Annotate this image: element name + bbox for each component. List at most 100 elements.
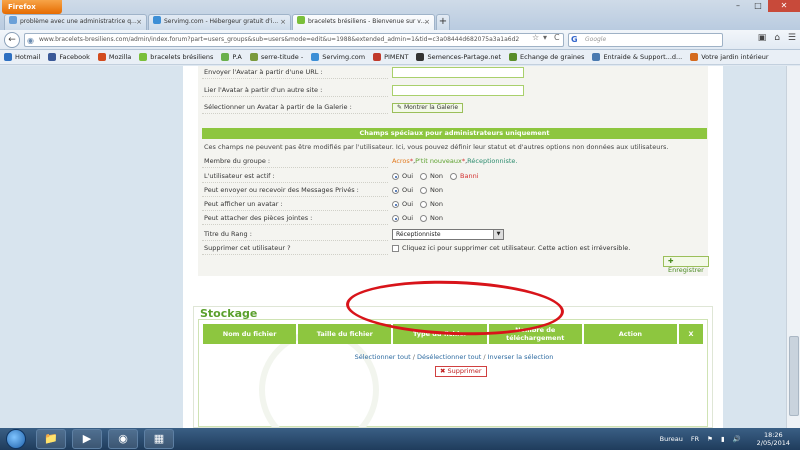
page-scrollbar[interactable] bbox=[786, 66, 800, 428]
reload-button[interactable]: C bbox=[554, 33, 560, 42]
browser-titlebar: Firefox – □ ✕ problème avec une administra… bbox=[0, 0, 800, 30]
bookmark-pa[interactable]: P.A bbox=[221, 53, 242, 61]
screen-icon[interactable]: ▣ bbox=[758, 33, 767, 43]
deselect-all-link[interactable]: Désélectionner tout bbox=[417, 353, 481, 361]
flag-icon[interactable]: ⚑ bbox=[707, 435, 713, 443]
delete-user-row: Supprimer cet utilisateur ? Cliquez ici … bbox=[202, 242, 702, 255]
invert-selection-link[interactable]: Inverser la sélection bbox=[488, 353, 554, 361]
maximize-button[interactable]: □ bbox=[748, 0, 768, 12]
attach-no-radio[interactable]: Non bbox=[420, 212, 443, 225]
tab-strip: problème avec une administratrice q... × … bbox=[4, 14, 450, 30]
firefox-taskbar-icon[interactable]: ◉ bbox=[108, 429, 138, 449]
decorative-circle bbox=[259, 330, 379, 427]
bookmark-jardin[interactable]: Votre jardin intérieur bbox=[690, 53, 769, 61]
bookmark-hotmail[interactable]: Hotmail bbox=[4, 53, 40, 61]
delete-icon: ✖ bbox=[440, 367, 448, 375]
tab-favicon-icon bbox=[153, 16, 161, 24]
bookmark-semences[interactable]: Semences-Partage.net bbox=[416, 53, 501, 61]
avatar-no-radio[interactable]: Non bbox=[420, 198, 443, 211]
hotmail-icon bbox=[4, 53, 12, 61]
show-gallery-button[interactable]: ✎ Montrer la Galerie bbox=[392, 102, 464, 113]
search-input[interactable]: G Google bbox=[568, 33, 723, 47]
volume-icon[interactable]: 🔊 bbox=[733, 435, 741, 443]
nav-tools: ▣ ⌂ ☰ bbox=[750, 33, 796, 43]
admin-section-header: Champs spéciaux pour administrateurs uni… bbox=[202, 128, 707, 139]
avatar-link-row: Lier l'Avatar à partir d'un autre site : bbox=[202, 84, 702, 97]
pa-icon bbox=[221, 53, 230, 61]
back-button[interactable]: ← bbox=[4, 32, 20, 48]
clock[interactable]: 18:26 2/05/2014 bbox=[749, 431, 790, 447]
navigation-bar: ← ◉ www.bracelets-bresiliens.com/admin/i… bbox=[0, 30, 800, 50]
piment-icon bbox=[373, 53, 382, 61]
bookmark-piment[interactable]: PIMENT bbox=[373, 53, 408, 61]
user-edit-form: Envoyer l'Avatar à partir d'une URL : Li… bbox=[198, 66, 709, 276]
avatar-gallery-row: Sélectionner un Avatar à partir de la Ga… bbox=[202, 101, 702, 114]
media-player-taskbar-icon[interactable]: ▶ bbox=[72, 429, 102, 449]
history-dropdown-icon[interactable]: ▾ bbox=[543, 33, 547, 42]
delete-user-checkbox[interactable] bbox=[392, 245, 399, 252]
jardin-icon bbox=[690, 53, 699, 61]
new-tab-button[interactable]: + bbox=[436, 14, 450, 30]
tab-favicon-icon bbox=[297, 16, 305, 24]
start-button[interactable] bbox=[6, 429, 26, 449]
minimize-button[interactable]: – bbox=[728, 0, 748, 12]
home-icon[interactable]: ⌂ bbox=[774, 33, 780, 43]
window-controls: – □ ✕ bbox=[728, 0, 800, 14]
bookmark-mozilla[interactable]: Mozilla bbox=[97, 53, 131, 61]
servimg-icon bbox=[311, 53, 320, 61]
page-viewport: Envoyer l'Avatar à partir d'une URL : Li… bbox=[0, 66, 800, 428]
col-x: X bbox=[679, 324, 704, 344]
tab-favicon-icon bbox=[9, 16, 17, 24]
select-all-link[interactable]: Sélectionner tout bbox=[355, 353, 411, 361]
chevron-down-icon: ▼ bbox=[493, 230, 503, 239]
storage-title: Stockage bbox=[200, 307, 258, 320]
scrollbar-thumb[interactable] bbox=[789, 336, 799, 416]
bookmark-facebook[interactable]: Facebook bbox=[48, 53, 90, 61]
bookmark-echange[interactable]: Echange de graines bbox=[509, 53, 584, 61]
pm-no-radio[interactable]: Non bbox=[420, 184, 443, 197]
avatar-yes-radio[interactable]: Oui bbox=[392, 198, 413, 211]
url-bar[interactable]: ◉ www.bracelets-bresiliens.com/admin/ind… bbox=[24, 33, 564, 47]
active-no-radio[interactable]: Non bbox=[420, 170, 443, 183]
bookmark-servimg[interactable]: Servimg.com bbox=[311, 53, 365, 61]
tab-servimg[interactable]: Servimg.com - Hébergeur gratuit d'i... × bbox=[148, 14, 291, 30]
avatar-url-row: Envoyer l'Avatar à partir d'une URL : bbox=[202, 66, 702, 79]
explorer-taskbar-icon[interactable]: 📁 bbox=[36, 429, 66, 449]
semences-icon bbox=[416, 53, 425, 61]
attach-yes-radio[interactable]: Oui bbox=[392, 212, 413, 225]
col-filetype: Type du fichier bbox=[393, 324, 487, 344]
storage-panel: Nom du fichier Taille du fichier Type du… bbox=[193, 306, 713, 428]
close-tab-icon[interactable]: × bbox=[280, 15, 286, 29]
photo-app-taskbar-icon[interactable]: ▦ bbox=[144, 429, 174, 449]
group-row: Membre du groupe : Acros *, P'tit nouvea… bbox=[202, 155, 702, 168]
tab-administratrice[interactable]: problème avec une administratrice q... × bbox=[4, 14, 147, 30]
storage-table-header: Nom du fichier Taille du fichier Type du… bbox=[203, 324, 704, 344]
close-tab-icon[interactable]: × bbox=[424, 15, 430, 29]
menu-icon[interactable]: ☰ bbox=[788, 33, 796, 43]
tab-bracelets[interactable]: bracelets brésiliens - Bienvenue sur v..… bbox=[292, 14, 435, 30]
group-receptionniste-link[interactable]: Réceptionniste. bbox=[467, 155, 517, 168]
rank-select[interactable]: Réceptionniste ▼ bbox=[392, 229, 504, 240]
save-button[interactable]: ✚ Enregistrer bbox=[663, 256, 709, 274]
bookmarks-bar: Hotmail Facebook Mozilla bracelets brési… bbox=[0, 50, 800, 65]
desktop-label[interactable]: Bureau bbox=[660, 435, 683, 443]
bookmark-bracelets[interactable]: bracelets brésiliens bbox=[139, 53, 213, 61]
bookmark-serre-titude[interactable]: serre-titude - bbox=[249, 53, 303, 61]
bookmark-star-icon[interactable]: ☆ bbox=[532, 33, 539, 42]
close-tab-icon[interactable]: × bbox=[136, 15, 142, 29]
pm-yes-radio[interactable]: Oui bbox=[392, 184, 413, 197]
echange-icon bbox=[509, 53, 518, 61]
firefox-menu-button[interactable]: Firefox bbox=[2, 0, 62, 14]
close-window-button[interactable]: ✕ bbox=[768, 0, 800, 12]
active-yes-radio[interactable]: Oui bbox=[392, 170, 413, 183]
avatar-link-input[interactable] bbox=[392, 85, 524, 96]
pencil-icon: ✎ bbox=[397, 103, 404, 111]
network-icon[interactable]: ▮ bbox=[721, 435, 725, 443]
active-banned-radio[interactable]: Banni bbox=[450, 170, 479, 183]
group-acros-link[interactable]: Acros bbox=[392, 155, 410, 168]
delete-files-button[interactable]: ✖ Supprimer bbox=[435, 366, 487, 377]
avatar-url-input[interactable] bbox=[392, 67, 524, 78]
bookmark-entraide[interactable]: Entraide & Support...d... bbox=[592, 53, 682, 61]
group-ptit-nouveaux-link[interactable]: P'tit nouveaux bbox=[415, 155, 462, 168]
language-indicator[interactable]: FR bbox=[691, 435, 699, 443]
